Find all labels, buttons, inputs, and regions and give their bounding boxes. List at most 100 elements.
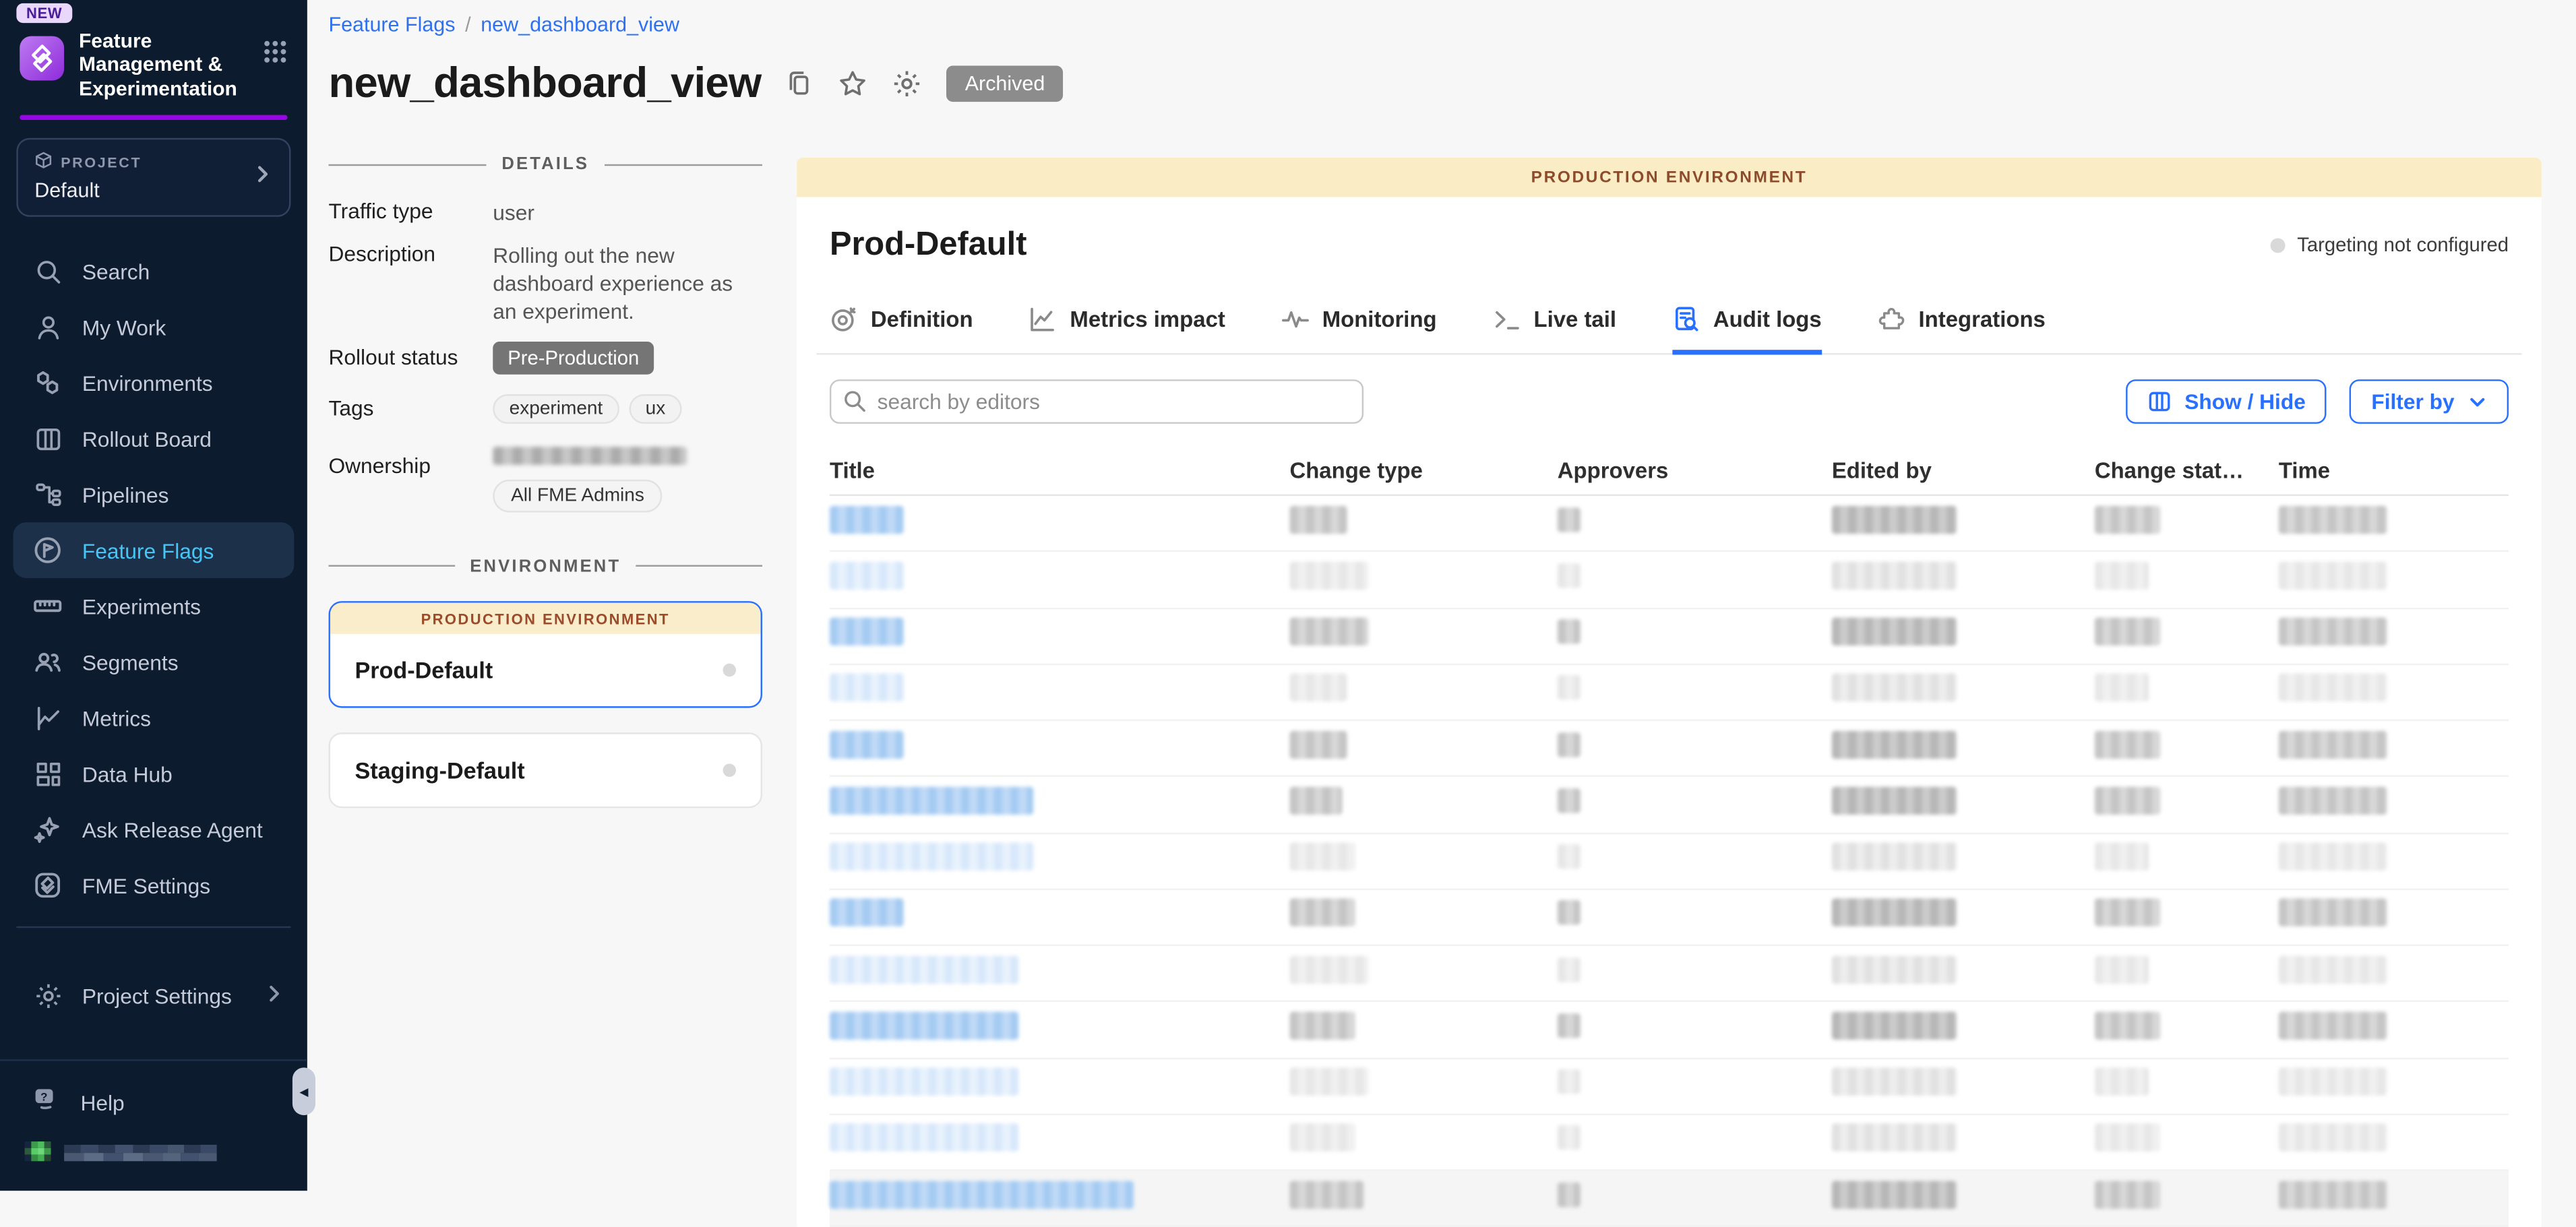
change-type-redacted-value xyxy=(1289,843,1355,871)
table-row[interactable] xyxy=(830,890,2509,946)
column-header-approvers[interactable]: Approvers xyxy=(1558,458,1832,482)
project-selector[interactable]: PROJECT Default xyxy=(16,138,290,217)
cell-change-type xyxy=(1289,1124,1557,1160)
sidebar-item-ask-release-agent[interactable]: Ask Release Agent xyxy=(13,802,295,858)
detail-label: Traffic type xyxy=(329,199,493,227)
column-header-title[interactable]: Title xyxy=(830,458,1290,482)
sidebar-item-project-settings[interactable]: Project Settings xyxy=(0,968,307,1024)
cell-title xyxy=(830,1068,1290,1104)
cell-time xyxy=(2279,561,2509,598)
table-row[interactable] xyxy=(830,553,2509,608)
table-row[interactable] xyxy=(830,1114,2509,1170)
sidebar-item-search[interactable]: Search xyxy=(13,243,295,299)
cell-change-type xyxy=(1289,899,1557,935)
sidebar-item-pipelines[interactable]: Pipelines xyxy=(13,467,295,523)
tab-integrations[interactable]: Integrations xyxy=(1878,305,2046,354)
column-header-change-stat[interactable]: Change stat… xyxy=(2095,458,2279,482)
environment-name: Staging-Default xyxy=(355,757,525,783)
table-row[interactable] xyxy=(830,1171,2509,1227)
tab-label: Monitoring xyxy=(1322,307,1437,332)
change-status-redacted-value xyxy=(2095,730,2161,758)
edited-by-redacted-value xyxy=(1832,730,1957,758)
sidebar-item-my-work[interactable]: My Work xyxy=(13,299,295,355)
sidebar-item-segments[interactable]: Segments xyxy=(13,634,295,690)
new-badge: NEW xyxy=(16,3,72,23)
search-input[interactable] xyxy=(830,379,1363,424)
tab-label: Definition xyxy=(871,307,973,332)
user-account[interactable] xyxy=(0,1131,307,1175)
change-status-redacted-value xyxy=(2095,561,2149,589)
cell-approvers xyxy=(1558,1182,1832,1215)
breadcrumb-parent-link[interactable]: Feature Flags xyxy=(329,13,456,36)
status-badge: Archived xyxy=(947,65,1063,101)
copy-icon[interactable] xyxy=(786,69,814,96)
table-row[interactable] xyxy=(830,1002,2509,1058)
cell-time xyxy=(2279,505,2509,542)
sidebar-item-feature-flags[interactable]: Feature Flags xyxy=(13,523,295,579)
sidebar-item-fme-settings[interactable]: FME Settings xyxy=(13,858,295,914)
environment-heading: Prod-Default xyxy=(830,226,1027,264)
cell-title xyxy=(830,955,1290,992)
edited-by-redacted-value xyxy=(1832,955,1957,983)
detail-value: user xyxy=(493,199,534,227)
breadcrumb-current-link[interactable]: new_dashboard_view xyxy=(481,13,679,36)
change-type-redacted-value xyxy=(1289,1011,1355,1039)
sidebar-item-help[interactable]: ? Help xyxy=(0,1075,307,1131)
cell-edited-by xyxy=(1832,505,2095,542)
sidebar-item-metrics[interactable]: Metrics xyxy=(13,690,295,746)
sidebar-item-label: Pipelines xyxy=(82,482,169,507)
flag-settings-gear-icon[interactable] xyxy=(892,68,922,98)
change-status-redacted-value xyxy=(2095,955,2149,983)
table-row[interactable] xyxy=(830,833,2509,889)
filter-by-button[interactable]: Filter by xyxy=(2350,379,2509,424)
tab-metrics-impact[interactable]: Metrics impact xyxy=(1029,305,1225,354)
sidebar-item-rollout-board[interactable]: Rollout Board xyxy=(13,411,295,467)
table-row[interactable] xyxy=(830,778,2509,833)
sidebar-spacer xyxy=(0,1024,307,1060)
table-row[interactable] xyxy=(830,608,2509,664)
environment-card-prod[interactable]: PRODUCTION ENVIRONMENT Prod-Default xyxy=(329,600,763,707)
sidebar-collapse-button[interactable]: ◀ xyxy=(293,1067,315,1115)
sidebar-item-label: Rollout Board xyxy=(82,427,212,451)
audit-logs-icon xyxy=(1672,305,1700,333)
cell-time xyxy=(2279,618,2509,654)
show-hide-label: Show / Hide xyxy=(2184,389,2306,414)
time-redacted-value xyxy=(2279,730,2387,758)
search-icon xyxy=(33,257,63,286)
sidebar-item-experiments[interactable]: Experiments xyxy=(13,579,295,635)
sidebar-item-environments[interactable]: Environments xyxy=(13,355,295,411)
change-status-redacted-value xyxy=(2095,1011,2161,1039)
time-redacted-value xyxy=(2279,618,2387,646)
sidebar-item-label: My Work xyxy=(82,315,166,340)
table-row[interactable] xyxy=(830,1059,2509,1114)
tab-audit-logs[interactable]: Audit logs xyxy=(1672,305,1822,354)
table-row[interactable] xyxy=(830,946,2509,1002)
tab-live-tail[interactable]: Live tail xyxy=(1493,305,1616,354)
show-hide-columns-button[interactable]: Show / Hide xyxy=(2126,379,2327,424)
cell-approvers xyxy=(1558,507,1832,540)
title-redacted-value xyxy=(830,1011,1018,1039)
cell-edited-by xyxy=(1832,1011,2095,1048)
column-header-time[interactable]: Time xyxy=(2279,458,2509,482)
column-header-change-type[interactable]: Change type xyxy=(1289,458,1557,482)
sidebar-item-label: Metrics xyxy=(82,706,151,731)
help-chat-icon: ? xyxy=(33,1086,61,1119)
table-row[interactable] xyxy=(830,665,2509,721)
time-redacted-value xyxy=(2279,1011,2387,1039)
sidebar-divider xyxy=(16,926,290,928)
details-title: DETAILS xyxy=(501,154,589,174)
sidebar-item-data-hub[interactable]: Data Hub xyxy=(13,746,295,802)
detail-label: Rollout status xyxy=(329,345,493,370)
breadcrumb: Feature Flags / new_dashboard_view xyxy=(329,13,2542,36)
app-switcher-icon[interactable] xyxy=(263,40,288,73)
environment-card-staging[interactable]: Staging-Default xyxy=(329,732,763,807)
tab-definition[interactable]: Definition xyxy=(830,305,973,354)
favorite-star-icon[interactable] xyxy=(838,68,868,98)
column-header-edited-by[interactable]: Edited by xyxy=(1832,458,2095,482)
cell-change-type xyxy=(1289,786,1557,823)
cell-time xyxy=(2279,955,2509,992)
table-row[interactable] xyxy=(830,496,2509,552)
tab-monitoring[interactable]: Monitoring xyxy=(1281,305,1437,354)
edited-by-redacted-value xyxy=(1832,1124,1957,1152)
table-row[interactable] xyxy=(830,721,2509,777)
